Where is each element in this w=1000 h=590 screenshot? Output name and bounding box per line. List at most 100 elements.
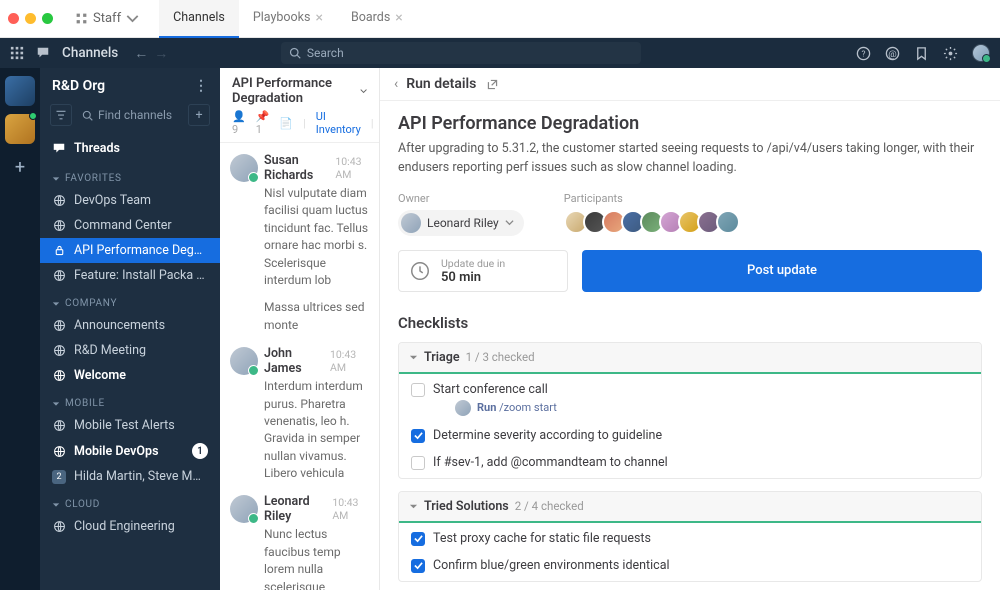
nav-forward[interactable]: → [154, 45, 168, 62]
checkbox[interactable] [411, 456, 425, 470]
add-channel-button[interactable]: + [188, 104, 210, 126]
topnav-title: Channels [62, 45, 118, 61]
message-text: Nunc lectus faucibus temp lorem nulla sc… [264, 526, 369, 590]
sidebar-item[interactable]: Cloud Engineering [40, 514, 220, 539]
message-author[interactable]: Leonard Riley [264, 494, 326, 524]
staff-label: Staff [93, 11, 121, 26]
checklist-item: Determine severity according to guidelin… [399, 422, 981, 449]
global-search[interactable]: Search [281, 42, 641, 64]
checkbox[interactable] [411, 429, 425, 443]
window-menubar: Staff ChannelsPlaybooks×Boards× [0, 0, 1000, 38]
external-link-icon[interactable] [486, 78, 499, 91]
app-tab-channels[interactable]: Channels [159, 0, 239, 38]
tab-close-icon[interactable]: × [315, 10, 322, 26]
back-button[interactable]: ‹ [394, 76, 398, 92]
message-avatar[interactable] [230, 154, 258, 182]
channel-title[interactable]: API Performance Degradation [232, 76, 367, 106]
nav-back[interactable]: ← [134, 45, 148, 62]
app-tab-playbooks[interactable]: Playbooks× [239, 0, 337, 38]
sidebar-group-company[interactable]: COMPANY [40, 288, 220, 313]
find-channels-input[interactable]: Find channels [78, 105, 182, 125]
help-icon[interactable]: ? [856, 46, 871, 61]
sidebar-item[interactable]: Feature: Install Packa … [40, 263, 220, 288]
top-nav: Channels ← → Search ? @ [0, 38, 1000, 68]
sidebar-item[interactable]: Welcome [40, 363, 220, 388]
sidebar-item[interactable]: Mobile Test Alerts [40, 413, 220, 438]
add-server-button[interactable]: + [5, 152, 35, 182]
channel-link[interactable]: UI Inventory [316, 110, 361, 136]
message-time: 10:43 AM [332, 496, 369, 522]
org-name: R&D Org [52, 78, 105, 94]
pinned-count[interactable]: 📌 1 [256, 110, 270, 136]
server-tile-1[interactable] [5, 76, 35, 106]
message-avatar[interactable] [230, 347, 258, 375]
sidebar-item[interactable]: API Performance Deg… [40, 238, 220, 263]
message-author[interactable]: John James [264, 346, 324, 376]
sidebar: R&D Org ⋮ Find channels + Threads FAVORI… [40, 68, 220, 590]
svg-text:?: ? [861, 49, 865, 59]
post-update-button[interactable]: Post update [582, 250, 982, 292]
assignee-avatar[interactable] [455, 400, 471, 416]
checklist-item: Start conference callRun /zoom start [399, 376, 981, 422]
message-author[interactable]: Susan Richards [264, 153, 329, 183]
staff-dropdown[interactable]: Staff [65, 7, 149, 30]
checkbox[interactable] [411, 559, 425, 573]
checklist-card: Tried Solutions2 / 4 checkedTest proxy c… [398, 491, 982, 582]
search-icon [82, 110, 93, 121]
channels-icon[interactable] [36, 46, 50, 60]
owner-selector[interactable]: Leonard Riley [398, 210, 524, 236]
panel-heading: Run details [406, 76, 476, 92]
owner-label: Owner [398, 192, 524, 205]
run-details-panel: ‹ Run details API Performance Degradatio… [380, 68, 1000, 590]
settings-icon[interactable] [943, 46, 958, 61]
maximize-icon[interactable] [42, 13, 53, 24]
user-avatar[interactable] [972, 44, 990, 62]
slash-command[interactable]: Run /zoom start [477, 401, 557, 414]
sidebar-group-favorites[interactable]: FAVORITES [40, 163, 220, 188]
participants-list[interactable] [564, 210, 740, 234]
run-description: After upgrading to 5.31.2, the customer … [398, 140, 982, 178]
sidebar-item[interactable]: Command Center [40, 213, 220, 238]
checkbox[interactable] [411, 383, 425, 397]
checklist-header[interactable]: Tried Solutions2 / 4 checked [399, 492, 981, 523]
org-menu-button[interactable]: ⋮ [194, 78, 208, 94]
message-avatar[interactable] [230, 495, 258, 523]
checklist-item: Confirm blue/green environments identica… [399, 552, 981, 579]
traffic-lights [8, 13, 53, 24]
message: John James10:43 AMInterdum interdum puru… [220, 342, 379, 490]
checkbox[interactable] [411, 532, 425, 546]
sidebar-group-cloud[interactable]: CLOUD [40, 489, 220, 514]
app-tabs: ChannelsPlaybooks×Boards× [159, 0, 417, 38]
checklist-card: Triage1 / 3 checkedStart conference call… [398, 342, 982, 479]
minimize-icon[interactable] [25, 13, 36, 24]
members-count[interactable]: 👤 9 [232, 110, 246, 136]
tab-close-icon[interactable]: × [395, 10, 402, 26]
threads-link[interactable]: Threads [40, 134, 220, 163]
sidebar-item[interactable]: Mobile DevOps1 [40, 438, 220, 464]
sidebar-item[interactable]: Announcements [40, 313, 220, 338]
mentions-icon[interactable]: @ [885, 46, 900, 61]
svg-text:@: @ [888, 48, 896, 59]
channel-column: API Performance Degradation 👤 9 📌 1 📄 | … [220, 68, 380, 590]
chevron-down-icon [409, 502, 418, 511]
app-tab-boards[interactable]: Boards× [337, 0, 417, 38]
close-icon[interactable] [8, 13, 19, 24]
checklist-header[interactable]: Triage1 / 3 checked [399, 343, 981, 374]
server-tile-2[interactable] [5, 114, 35, 144]
sidebar-item[interactable]: 2Hilda Martin, Steve M… [40, 464, 220, 489]
update-due-card: Update due in 50 min [398, 250, 568, 292]
filter-button[interactable] [50, 104, 72, 126]
chevron-down-icon [126, 12, 139, 25]
checklist-item: If #sev-1, add @commandteam to channel [399, 449, 981, 476]
sidebar-item[interactable]: R&D Meeting [40, 338, 220, 363]
run-title: API Performance Degradation [398, 113, 982, 134]
search-icon [289, 47, 301, 59]
files-icon[interactable]: 📄 [279, 117, 293, 130]
chevron-down-icon [505, 218, 514, 227]
message-text: Interdum interdum purus. Pharetra venena… [264, 378, 369, 482]
sidebar-group-mobile[interactable]: MOBILE [40, 388, 220, 413]
sidebar-item[interactable]: DevOps Team [40, 188, 220, 213]
chevron-down-icon [360, 86, 367, 96]
app-grid-icon[interactable] [10, 46, 24, 60]
saved-icon[interactable] [914, 46, 929, 61]
